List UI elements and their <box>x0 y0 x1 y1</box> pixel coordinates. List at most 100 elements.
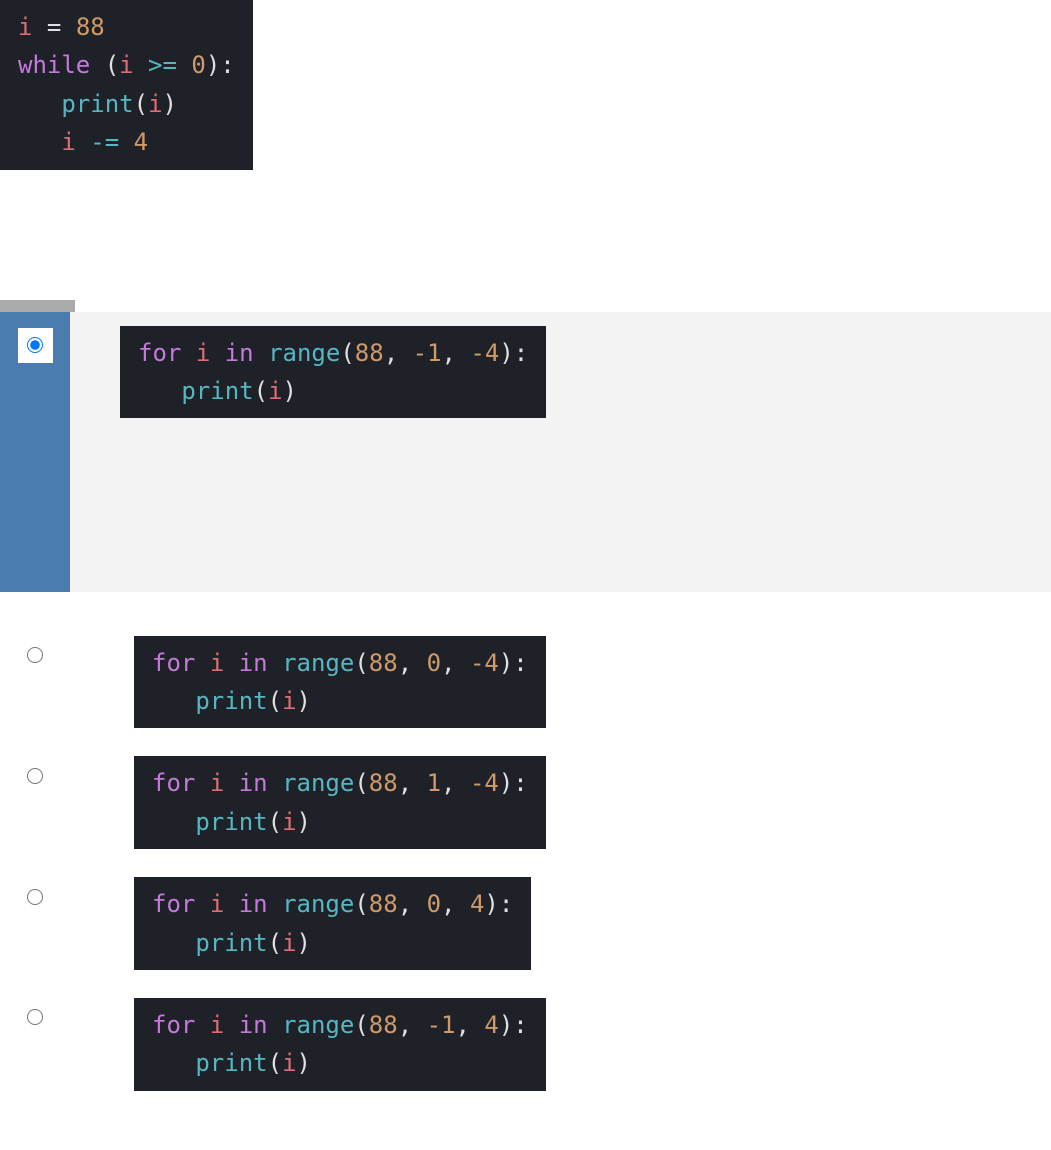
code-token: 1 <box>427 769 441 797</box>
code-token: 88 <box>369 890 398 918</box>
code-token: , <box>441 649 470 677</box>
code-token: -= <box>76 128 134 156</box>
code-token: ( <box>134 90 148 118</box>
code-token: print <box>195 687 267 715</box>
code-token: i <box>282 929 296 957</box>
code-token: -4 <box>470 649 499 677</box>
code-token: ): <box>499 649 528 677</box>
code-token: 88 <box>76 13 105 41</box>
code-token: -1 <box>413 339 442 367</box>
code-token: i <box>61 128 75 156</box>
code-token: print <box>195 808 267 836</box>
radio-cell <box>0 984 70 1105</box>
code-token: 4 <box>470 890 484 918</box>
radio-option-1[interactable] <box>27 337 43 353</box>
code-token: print <box>195 1049 267 1077</box>
code-token <box>18 128 61 156</box>
option-row-1: for i in range(88, -1, -4): print(i) <box>0 312 1051 592</box>
code-token: in <box>239 769 268 797</box>
code-token: i <box>18 13 32 41</box>
code-token: for <box>152 649 195 677</box>
code-token: ): <box>499 769 528 797</box>
code-token: , <box>398 890 427 918</box>
code-token: -4 <box>470 339 499 367</box>
code-token: -1 <box>427 1011 456 1039</box>
code-token: 4 <box>484 1011 498 1039</box>
code-token: ): <box>206 51 235 79</box>
radio-option-3[interactable] <box>27 768 43 784</box>
code-token: for <box>138 339 181 367</box>
code-token: for <box>152 1011 195 1039</box>
code-token: ) <box>297 929 311 957</box>
code-token: ) <box>163 90 177 118</box>
code-token: print <box>195 929 267 957</box>
option-row-3: for i in range(88, 1, -4): print(i) <box>0 742 1051 863</box>
option-code-block: for i in range(88, -1, 4): print(i) <box>134 998 546 1091</box>
selected-feedback-area <box>70 418 1051 548</box>
code-token: 0 <box>427 649 441 677</box>
code-token: 88 <box>369 649 398 677</box>
code-token: range <box>282 890 354 918</box>
code-token: 4 <box>134 128 148 156</box>
option-content: for i in range(88, 1, -4): print(i) <box>120 742 1051 863</box>
code-token: ( <box>354 769 368 797</box>
code-token: 88 <box>355 339 384 367</box>
drag-handle[interactable] <box>0 300 75 312</box>
question-code-block: i = 88 while (i >= 0): print(i) i -= 4 <box>0 0 253 170</box>
radio-wrap <box>18 638 53 673</box>
code-token: for <box>152 769 195 797</box>
code-token: 88 <box>369 769 398 797</box>
code-token: ( <box>105 51 119 79</box>
options-container: for i in range(88, -1, -4): print(i) for… <box>0 312 1051 1105</box>
option-code-block: for i in range(88, 1, -4): print(i) <box>134 756 546 849</box>
code-token: ( <box>354 890 368 918</box>
code-token: i <box>282 808 296 836</box>
option-code-block: for i in range(88, 0, -4): print(i) <box>134 636 546 729</box>
code-token <box>90 51 104 79</box>
radio-option-2[interactable] <box>27 647 43 663</box>
code-token: 88 <box>369 1011 398 1039</box>
radio-cell <box>0 863 70 984</box>
code-token: , <box>442 339 471 367</box>
code-token: , <box>398 769 427 797</box>
code-token: i <box>210 649 224 677</box>
radio-wrap <box>18 758 53 793</box>
option-row-4: for i in range(88, 0, 4): print(i) <box>0 863 1051 984</box>
code-token: i <box>210 1011 224 1039</box>
code-token: print <box>181 377 253 405</box>
code-token: while <box>18 51 90 79</box>
radio-option-5[interactable] <box>27 1009 43 1025</box>
code-token: range <box>268 339 340 367</box>
code-token: i <box>282 1049 296 1077</box>
code-token: , <box>441 769 470 797</box>
code-token: ( <box>268 929 282 957</box>
code-token: ): <box>499 1011 528 1039</box>
code-token: ( <box>268 808 282 836</box>
code-token: in <box>239 1011 268 1039</box>
code-token: ( <box>268 1049 282 1077</box>
radio-cell <box>0 312 70 592</box>
code-token: i <box>119 51 133 79</box>
code-token: ( <box>354 649 368 677</box>
radio-wrap <box>18 879 53 914</box>
code-token: , <box>441 890 470 918</box>
radio-option-4[interactable] <box>27 889 43 905</box>
option-content: for i in range(88, 0, -4): print(i) <box>120 622 1051 743</box>
code-token: range <box>282 1011 354 1039</box>
radio-wrap <box>18 328 53 363</box>
option-content: for i in range(88, -1, 4): print(i) <box>120 984 1051 1105</box>
code-token: ) <box>297 808 311 836</box>
code-token: in <box>239 890 268 918</box>
code-token: ) <box>297 687 311 715</box>
code-token: in <box>225 339 254 367</box>
code-token: ( <box>354 1011 368 1039</box>
code-token: ) <box>297 1049 311 1077</box>
code-token: , <box>384 339 413 367</box>
code-token: i <box>196 339 210 367</box>
code-token: for <box>152 890 195 918</box>
code-token: in <box>239 649 268 677</box>
code-token: ( <box>340 339 354 367</box>
option-row-2: for i in range(88, 0, -4): print(i) <box>0 622 1051 743</box>
code-token: 0 <box>191 51 205 79</box>
code-token: = <box>32 13 75 41</box>
